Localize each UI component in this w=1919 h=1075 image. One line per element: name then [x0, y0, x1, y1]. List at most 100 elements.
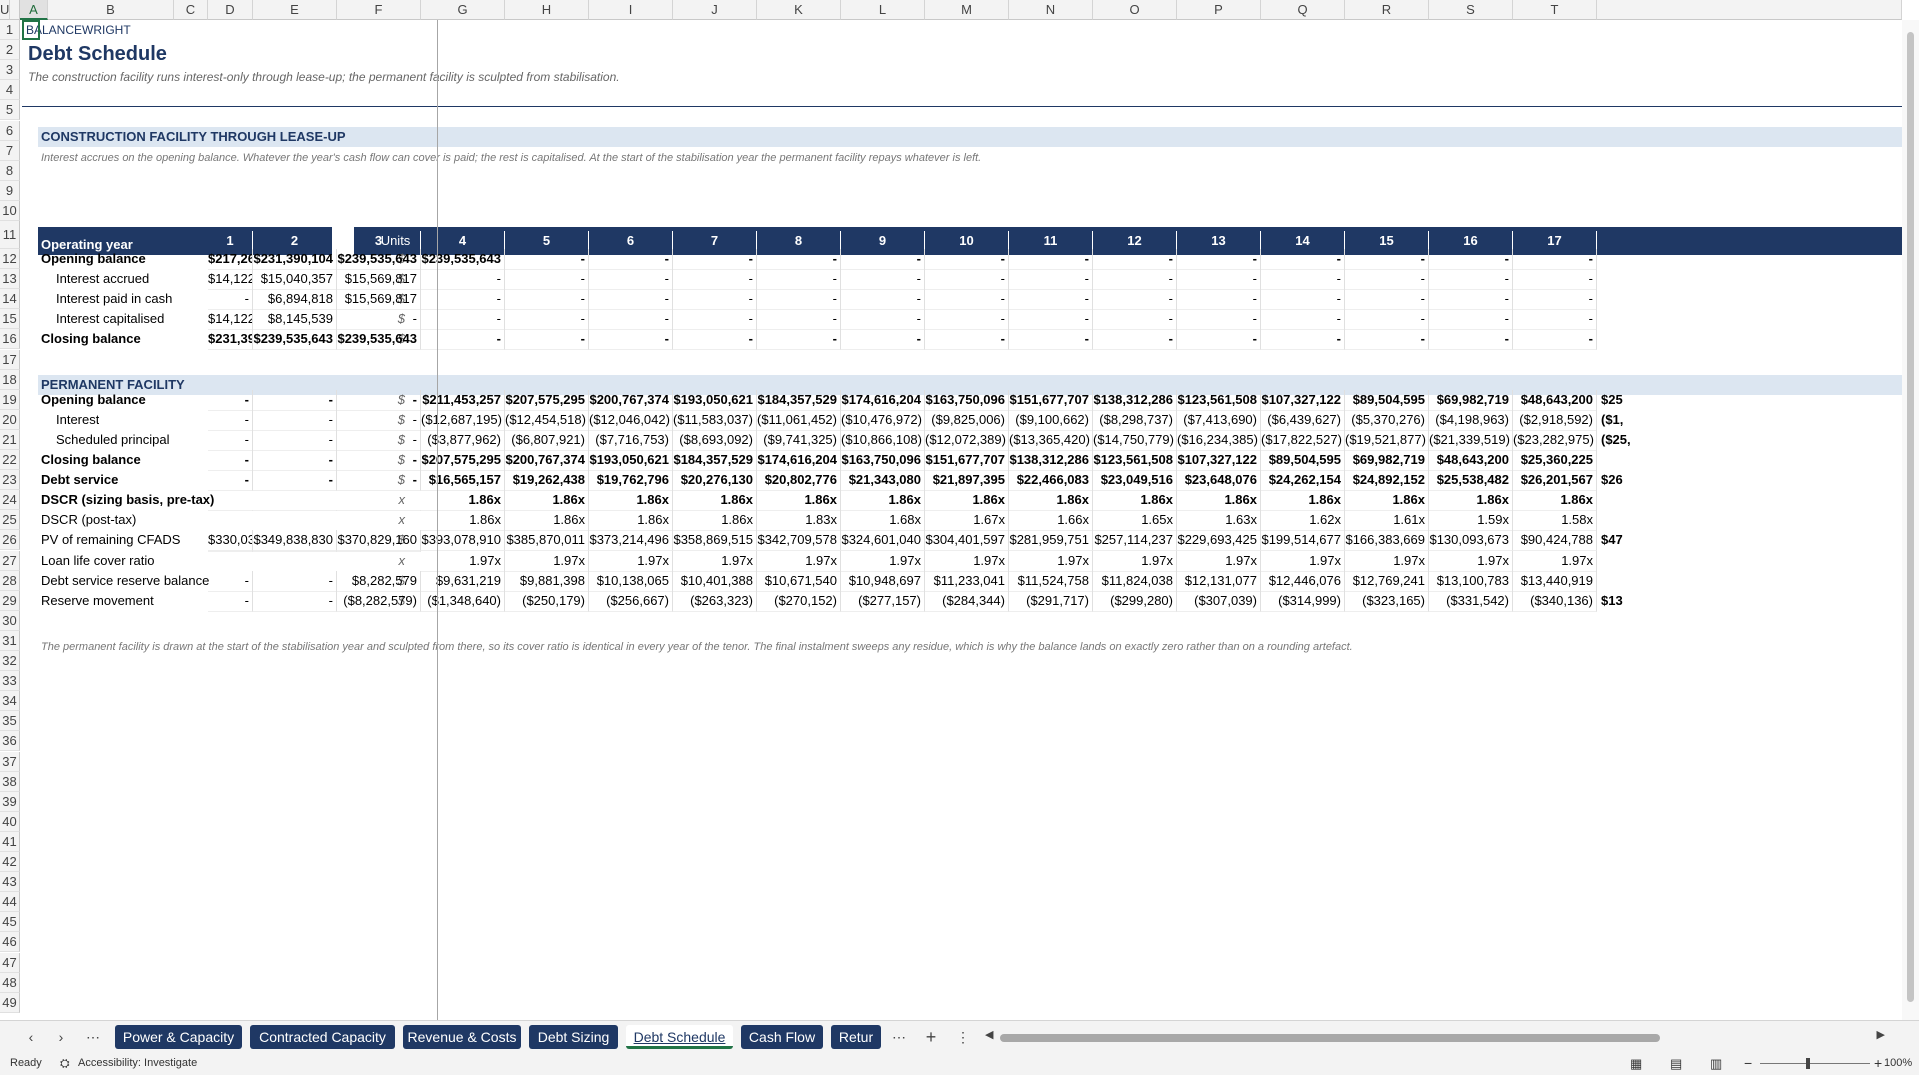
value-cell[interactable]: $10,401,388	[673, 570, 757, 592]
column-header-e[interactable]: E	[253, 0, 337, 20]
value-cell[interactable]: $281,959,751	[1009, 530, 1093, 552]
value-cell[interactable]: $342,709,578	[757, 530, 841, 552]
row-header-3[interactable]: 3	[0, 60, 20, 81]
value-cell[interactable]: $184,357,529	[673, 450, 757, 471]
value-cell[interactable]: -	[421, 309, 505, 331]
value-cell[interactable]: $151,677,707	[925, 450, 1009, 471]
value-cell[interactable]: -	[841, 249, 925, 270]
value-cell[interactable]: 1.97x	[1177, 550, 1261, 572]
row-header-46[interactable]: 46	[0, 932, 20, 953]
row-header-45[interactable]: 45	[0, 912, 20, 933]
value-cell[interactable]: $304,401,597	[925, 530, 1009, 552]
value-cell[interactable]: 1.86x	[1345, 490, 1429, 512]
value-cell[interactable]: ($250,179)	[505, 590, 589, 612]
value-cell[interactable]: ($14,750,779)	[1093, 429, 1177, 451]
value-cell[interactable]: -	[253, 409, 337, 431]
value-cell[interactable]: -	[841, 309, 925, 331]
scroll-right-icon[interactable]: ▶	[1877, 1028, 1885, 1041]
value-cell[interactable]: $373,214,496	[589, 530, 673, 552]
value-cell[interactable]: ($12,046,042)	[589, 409, 673, 431]
more-sheets-icon[interactable]: ⋯	[82, 1025, 104, 1049]
row-header-17[interactable]: 17	[0, 349, 20, 370]
value-cell[interactable]: $349,838,830	[253, 530, 337, 552]
value-cell[interactable]: $15,569,817	[337, 269, 421, 291]
value-cell[interactable]: -	[253, 570, 337, 592]
value-cell[interactable]: 1.86x	[505, 510, 589, 532]
value-cell[interactable]: 1.58x	[1513, 510, 1597, 532]
value-cell[interactable]: 1.97x	[1513, 550, 1597, 572]
value-cell[interactable]: -	[757, 249, 841, 270]
value-cell[interactable]: $89,504,595	[1345, 389, 1429, 411]
value-cell[interactable]: $8,145,539	[253, 309, 337, 331]
tab-cash-flow[interactable]: Cash Flow	[741, 1025, 823, 1049]
value-cell[interactable]: ($263,323)	[673, 590, 757, 612]
value-cell[interactable]: $174,616,204	[841, 389, 925, 411]
value-cell[interactable]: $14,122,401	[208, 269, 253, 291]
row-header-21[interactable]: 21	[0, 429, 20, 450]
overflow-cell[interactable]: $47	[1601, 530, 1902, 550]
value-cell[interactable]: $239,535,643	[337, 329, 421, 351]
value-cell[interactable]: ($4,198,963)	[1429, 409, 1513, 431]
row-header-18[interactable]: 18	[0, 369, 20, 390]
value-cell[interactable]: $69,982,719	[1429, 389, 1513, 411]
value-cell[interactable]: $10,671,540	[757, 570, 841, 592]
row-header-38[interactable]: 38	[0, 771, 20, 792]
column-header-a[interactable]: A	[20, 0, 48, 20]
column-header-l[interactable]: L	[841, 0, 925, 20]
value-cell[interactable]: 1.97x	[925, 550, 1009, 572]
value-cell[interactable]: ($8,298,737)	[1093, 409, 1177, 431]
row-header-1[interactable]: 1	[0, 20, 20, 41]
value-cell[interactable]: -	[505, 289, 589, 311]
value-cell[interactable]: $19,262,438	[505, 470, 589, 492]
row-header-2[interactable]: 2	[0, 40, 20, 61]
value-cell[interactable]: -	[589, 329, 673, 351]
zoom-slider[interactable]	[1760, 1063, 1870, 1064]
value-cell[interactable]: $324,601,040	[841, 530, 925, 552]
value-cell[interactable]: 1.97x	[505, 550, 589, 572]
value-cell[interactable]: 1.97x	[1429, 550, 1513, 572]
row-header-19[interactable]: 19	[0, 389, 20, 410]
value-cell[interactable]: -	[208, 450, 253, 471]
value-cell[interactable]: $370,829,160	[337, 530, 421, 552]
value-cell[interactable]: 1.86x	[673, 510, 757, 532]
row-header-10[interactable]: 10	[0, 200, 20, 221]
value-cell[interactable]: 1.83x	[757, 510, 841, 532]
value-cell[interactable]: $239,535,643	[421, 249, 505, 270]
value-cell[interactable]: -	[337, 409, 421, 431]
value-cell[interactable]: -	[337, 470, 421, 492]
row-header-27[interactable]: 27	[0, 550, 20, 571]
overflow-cell[interactable]: ($1,	[1601, 410, 1902, 430]
value-cell[interactable]: ($284,344)	[925, 590, 1009, 612]
value-cell[interactable]	[337, 490, 421, 492]
row-header-36[interactable]: 36	[0, 731, 20, 752]
value-cell[interactable]: $11,824,038	[1093, 570, 1177, 592]
value-cell[interactable]: $199,514,677	[1261, 530, 1345, 552]
row-header-40[interactable]: 40	[0, 811, 20, 832]
value-cell[interactable]: $25,538,482	[1429, 470, 1513, 492]
value-cell[interactable]: $24,892,152	[1345, 470, 1429, 492]
value-cell[interactable]: -	[253, 450, 337, 471]
value-cell[interactable]: -	[673, 289, 757, 311]
value-cell[interactable]: ($340,136)	[1513, 590, 1597, 612]
row-header-24[interactable]: 24	[0, 490, 20, 511]
value-cell[interactable]: -	[1093, 309, 1177, 331]
value-cell[interactable]: $174,616,204	[757, 450, 841, 471]
value-cell[interactable]: -	[925, 309, 1009, 331]
row-header-25[interactable]: 25	[0, 510, 20, 531]
value-cell[interactable]: 1.86x	[1177, 490, 1261, 512]
row-header-41[interactable]: 41	[0, 831, 20, 852]
column-header-o[interactable]: O	[1093, 0, 1177, 20]
value-cell[interactable]: $21,897,395	[925, 470, 1009, 492]
value-cell[interactable]: $358,869,515	[673, 530, 757, 552]
value-cell[interactable]: -	[673, 329, 757, 351]
value-cell[interactable]	[208, 510, 253, 512]
tab-revenue-costs[interactable]: Revenue & Costs	[403, 1025, 521, 1049]
value-cell[interactable]: $89,504,595	[1261, 450, 1345, 471]
value-cell[interactable]: ($7,413,690)	[1177, 409, 1261, 431]
value-cell[interactable]: $6,894,818	[253, 289, 337, 311]
row-header-33[interactable]: 33	[0, 671, 20, 692]
value-cell[interactable]: $138,312,286	[1093, 389, 1177, 411]
value-cell[interactable]: $10,138,065	[589, 570, 673, 592]
value-cell[interactable]: -	[1261, 309, 1345, 331]
value-cell[interactable]: -	[1009, 249, 1093, 270]
